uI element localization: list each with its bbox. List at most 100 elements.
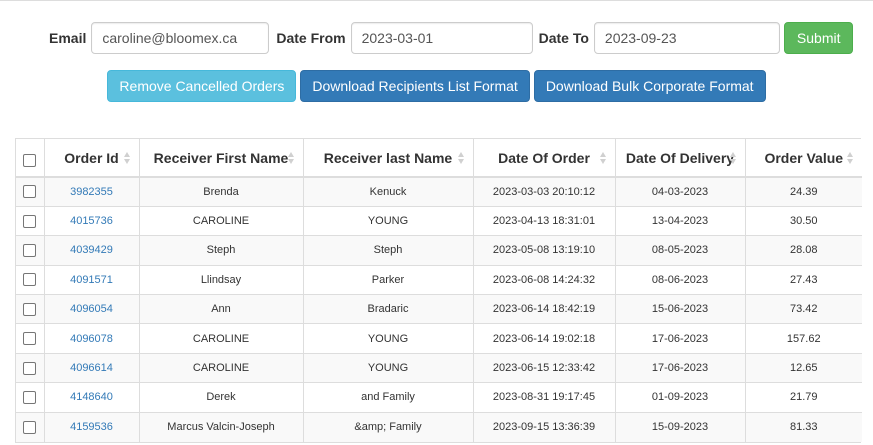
table-row: 4096078 CAROLINE YOUNG 2023-06-14 19:02:… <box>16 323 862 354</box>
header-label: Date Of Delivery <box>625 149 735 166</box>
order-value-cell: 21.79 <box>745 382 862 413</box>
table-body: 3982355 Brenda Kenuck 2023-03-03 20:10:1… <box>16 176 862 442</box>
order-id-cell: 4039429 <box>44 235 140 266</box>
order-id-cell: 4159536 <box>44 411 140 442</box>
row-checkbox[interactable] <box>23 214 37 228</box>
order-id-link[interactable]: 4096078 <box>70 333 113 345</box>
select-all-checkbox[interactable] <box>23 154 37 167</box>
delivery-date-cell: 15-06-2023 <box>615 294 746 324</box>
sort-icon <box>599 151 607 164</box>
order-id-cell: 4015736 <box>44 205 140 236</box>
sort-icon <box>457 151 465 164</box>
first-name-cell: Ann <box>139 294 304 324</box>
row-checkbox[interactable] <box>23 332 37 346</box>
sort-icon <box>287 151 295 164</box>
email-label: Email <box>49 30 87 46</box>
last-name-cell: Steph <box>303 235 474 266</box>
delivery-date-cell: 17-06-2023 <box>615 323 746 354</box>
delivery-date-cell: 01-09-2023 <box>615 382 746 413</box>
date-to-label: Date To <box>538 30 589 46</box>
first-name-cell: Llindsay <box>139 264 304 295</box>
header-order-value[interactable]: Order Value <box>745 139 862 178</box>
order-id-cell: 4096054 <box>44 294 140 324</box>
first-name-cell: Steph <box>139 235 304 266</box>
table-row: 4091571 Llindsay Parker 2023-06-08 14:24… <box>16 264 862 295</box>
last-name-cell: Kenuck <box>303 176 474 207</box>
header-label: Receiver last Name <box>323 149 453 166</box>
header-label: Date Of Order <box>498 149 590 166</box>
row-checkbox[interactable] <box>23 420 37 434</box>
date-from-label: Date From <box>276 30 346 46</box>
table-row: 4015736 CAROLINE YOUNG 2023-04-13 18:31:… <box>16 205 862 236</box>
order-date-cell: 2023-04-13 18:31:01 <box>473 205 616 236</box>
download-bulk-corporate-button[interactable]: Download Bulk Corporate Format <box>533 70 766 102</box>
order-id-cell: 4096078 <box>44 323 140 354</box>
remove-cancelled-orders-button[interactable]: Remove Cancelled Orders <box>107 70 297 102</box>
order-value-cell: 12.65 <box>745 352 862 383</box>
filter-form: Email Date From Date To Submit <box>49 22 854 54</box>
row-select-cell <box>16 176 45 207</box>
row-checkbox[interactable] <box>23 361 37 375</box>
orders-table: Order Id Receiver First Name Receiver la… <box>15 138 862 443</box>
order-date-cell: 2023-06-08 14:24:32 <box>473 264 616 295</box>
delivery-date-cell: 04-03-2023 <box>615 176 746 207</box>
order-id-link[interactable]: 4015736 <box>70 215 113 227</box>
row-select-cell <box>16 264 45 295</box>
header-order-id[interactable]: Order Id <box>44 139 140 178</box>
table-row: 3982355 Brenda Kenuck 2023-03-03 20:10:1… <box>16 176 862 207</box>
order-id-link[interactable]: 4159536 <box>70 421 113 433</box>
delivery-date-cell: 17-06-2023 <box>615 352 746 383</box>
order-id-link[interactable]: 4039429 <box>70 244 113 256</box>
row-checkbox[interactable] <box>23 273 37 287</box>
row-select-cell <box>16 411 45 442</box>
last-name-cell: YOUNG <box>303 323 474 354</box>
header-label: Order Value <box>764 149 844 166</box>
row-select-cell <box>16 205 45 236</box>
order-id-link[interactable]: 4096054 <box>70 303 113 315</box>
header-receiver-first-name[interactable]: Receiver First Name <box>139 139 304 178</box>
order-value-cell: 28.08 <box>745 235 862 266</box>
row-checkbox[interactable] <box>23 390 37 404</box>
select-all-header <box>16 139 45 178</box>
table-row: 4159536 Marcus Valcin-Joseph &amp; Famil… <box>16 411 862 442</box>
download-recipients-list-button[interactable]: Download Recipients List Format <box>300 70 530 102</box>
table-row: 4096054 Ann Bradaric 2023-06-14 18:42:19… <box>16 294 862 324</box>
sort-icon <box>729 151 737 164</box>
order-id-link[interactable]: 3982355 <box>70 186 113 198</box>
header-receiver-last-name[interactable]: Receiver last Name <box>303 139 474 178</box>
order-date-cell: 2023-05-08 13:19:10 <box>473 235 616 266</box>
submit-button[interactable]: Submit <box>783 22 854 54</box>
row-select-cell <box>16 323 45 354</box>
order-id-link[interactable]: 4096614 <box>70 362 113 374</box>
order-date-cell: 2023-06-14 18:42:19 <box>473 294 616 324</box>
order-id-cell: 4091571 <box>44 264 140 295</box>
first-name-cell: Derek <box>139 382 304 413</box>
order-id-link[interactable]: 4091571 <box>70 274 113 286</box>
table-row: 4148640 Derek and Family 2023-08-31 19:1… <box>16 382 862 413</box>
order-id-link[interactable]: 4148640 <box>70 391 113 403</box>
order-value-cell: 157.62 <box>745 323 862 354</box>
header-date-of-delivery[interactable]: Date Of Delivery <box>615 139 746 178</box>
header-date-of-order[interactable]: Date Of Order <box>473 139 616 178</box>
email-field[interactable] <box>91 22 270 54</box>
order-id-cell: 4096614 <box>44 352 140 383</box>
date-to-field[interactable] <box>593 22 780 54</box>
date-from-field[interactable] <box>350 22 533 54</box>
top-divider <box>0 0 873 3</box>
order-id-cell: 3982355 <box>44 176 140 207</box>
sort-icon <box>847 151 854 164</box>
row-checkbox[interactable] <box>23 243 37 257</box>
order-date-cell: 2023-06-15 12:33:42 <box>473 352 616 383</box>
action-buttons: Remove Cancelled Orders Download Recipie… <box>0 70 873 102</box>
order-value-cell: 73.42 <box>745 294 862 324</box>
table-row: 4096614 CAROLINE YOUNG 2023-06-15 12:33:… <box>16 352 862 383</box>
header-label: Order Id <box>64 149 119 166</box>
order-value-cell: 81.33 <box>745 411 862 442</box>
delivery-date-cell: 08-05-2023 <box>615 235 746 266</box>
table-header-row: Order Id Receiver First Name Receiver la… <box>16 139 862 178</box>
order-value-cell: 27.43 <box>745 264 862 295</box>
row-checkbox[interactable] <box>23 185 37 199</box>
delivery-date-cell: 08-06-2023 <box>615 264 746 295</box>
first-name-cell: Marcus Valcin-Joseph <box>139 411 304 442</box>
row-checkbox[interactable] <box>23 302 37 316</box>
